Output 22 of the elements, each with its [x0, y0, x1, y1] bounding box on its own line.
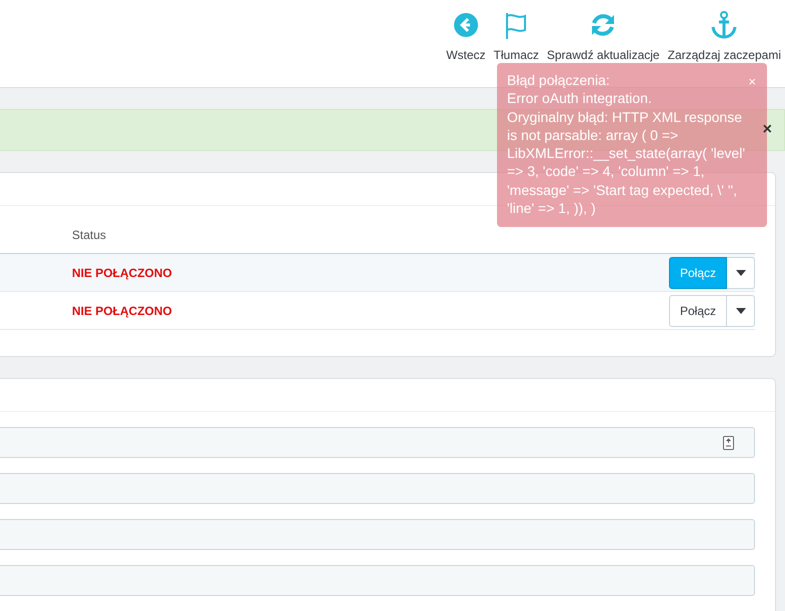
close-icon[interactable]: ×	[762, 122, 772, 138]
anchor-icon	[709, 10, 740, 40]
table-row[interactable]: NIE POŁĄCZONO Połącz	[0, 254, 755, 292]
status-text: NIE POŁĄCZONO	[72, 302, 174, 320]
dropdown-button[interactable]	[727, 294, 755, 326]
toolbar-button[interactable]: Wstecz	[442, 10, 490, 62]
dropdown-button[interactable]	[727, 256, 755, 288]
column-header: Status	[72, 227, 106, 244]
file-icon	[723, 436, 734, 450]
input-field[interactable]	[0, 565, 755, 596]
toolbar-button[interactable]: Zarządzaj zaczepami	[664, 10, 785, 62]
input-field[interactable]	[0, 473, 755, 504]
caret-icon	[736, 308, 746, 314]
table-row[interactable]: NIE POŁĄCZONO Połącz	[0, 292, 755, 330]
status-text: NIE POŁĄCZONO	[72, 264, 174, 282]
input-field[interactable]	[0, 519, 755, 550]
toolbar-button[interactable]: Tłumacz	[490, 10, 543, 62]
caret-icon	[736, 270, 746, 276]
input-field[interactable]	[0, 427, 755, 458]
connect-button[interactable]: Połącz	[668, 294, 727, 326]
error-message: Błąd połączenia: Error oAuth integration. Oryginalny błąd: HTTP XML response is not parsable: array ( 0 => LibXMLError::__set_state(array( 'level' => 3, 'code' => 4, 'column' => 1, 'message' => 'Start tag expected, \' '', 'line' => 1, )), )	[507, 71, 745, 218]
toolbar-button[interactable]: Sprawdź aktualizacje	[542, 10, 664, 62]
